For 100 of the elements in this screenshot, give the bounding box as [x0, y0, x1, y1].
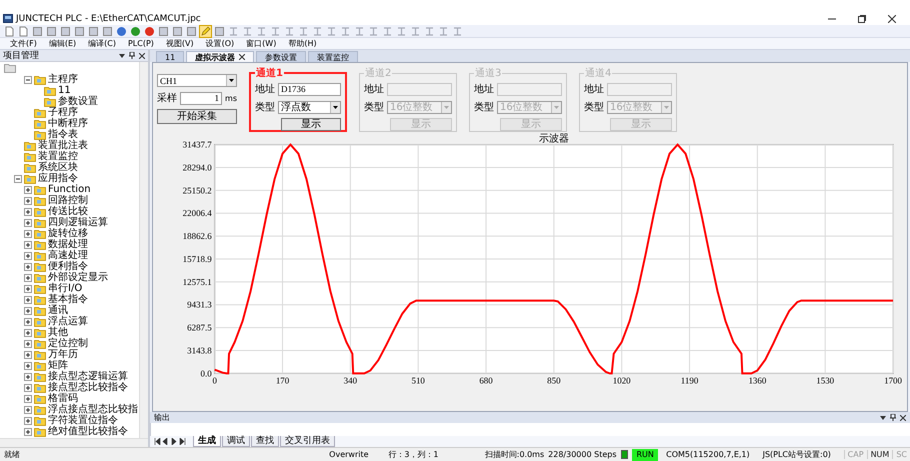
toolbar-icon[interactable]	[74, 26, 85, 36]
document-tab[interactable]: 虚拟示波器	[186, 51, 254, 62]
toolbar-icon[interactable]	[214, 26, 225, 36]
tree-item[interactable]: 万年历	[48, 349, 78, 360]
tree-item[interactable]: 装置批注表	[38, 140, 88, 151]
tree-item[interactable]: 子程序	[48, 107, 78, 118]
expand-icon[interactable]	[24, 296, 32, 304]
close-icon[interactable]	[139, 52, 145, 58]
menu-item[interactable]: 编译(C)	[88, 38, 116, 49]
tree-item[interactable]: 指令表	[48, 129, 78, 140]
expand-icon[interactable]	[24, 318, 32, 326]
collapse-icon[interactable]	[14, 174, 22, 182]
menu-item[interactable]: 帮助(H)	[288, 38, 317, 49]
run-icon[interactable]	[130, 26, 141, 36]
expand-icon[interactable]	[24, 394, 32, 402]
expand-icon[interactable]	[24, 362, 32, 370]
address-field[interactable]	[497, 82, 562, 96]
tree-item[interactable]: 主程序	[48, 74, 78, 85]
expand-icon[interactable]	[24, 384, 32, 392]
expand-icon[interactable]	[24, 230, 32, 238]
tree-item[interactable]: 定位控制	[48, 338, 88, 349]
tree-item[interactable]: 中断程序	[48, 118, 88, 129]
tree-item[interactable]: 接点型态逻辑运算	[48, 371, 128, 382]
tree-item[interactable]: 串行I/O	[48, 283, 82, 294]
pin-icon[interactable]	[129, 52, 135, 59]
document-tab[interactable]: 装置监控	[308, 51, 358, 62]
address-field[interactable]	[387, 82, 452, 96]
tree-item[interactable]: 传送比较	[48, 206, 88, 217]
expand-icon[interactable]	[24, 284, 32, 292]
tree-item[interactable]: 参数设置	[58, 96, 98, 107]
menu-item[interactable]: 视图(V)	[166, 38, 194, 49]
tree-item[interactable]: Function	[48, 184, 91, 195]
menu-item[interactable]: 设置(O)	[206, 38, 234, 49]
tree-item[interactable]: 装置监控	[38, 151, 78, 162]
tree-item[interactable]: 浮点接点型态比较指	[48, 404, 138, 415]
expand-icon[interactable]	[24, 252, 32, 260]
tree-item[interactable]: 回路控制	[48, 195, 88, 206]
collapse-icon[interactable]	[24, 76, 32, 84]
expand-icon[interactable]	[24, 186, 32, 194]
tree-item[interactable]: 便利指令	[48, 261, 88, 272]
expand-icon[interactable]	[24, 240, 32, 248]
tree-item[interactable]: 字符装置位指令	[48, 415, 118, 426]
close-icon[interactable]	[239, 54, 246, 60]
tree-item[interactable]: 其他	[48, 327, 68, 338]
close-icon[interactable]	[888, 14, 896, 22]
sample-field[interactable]: 1	[180, 92, 222, 104]
close-icon[interactable]	[900, 414, 906, 420]
show-button[interactable]: 显示	[281, 118, 341, 131]
output-tab[interactable]: 生成	[193, 436, 221, 447]
stop-icon[interactable]	[144, 26, 155, 36]
tree-item[interactable]: 高速处理	[48, 250, 88, 261]
tree-item[interactable]: 通讯	[48, 305, 68, 316]
expand-icon[interactable]	[24, 350, 32, 358]
tree-item[interactable]: 四则逻辑运算	[48, 217, 108, 228]
toolbar-icon[interactable]	[88, 26, 99, 36]
type-select[interactable]: 浮点数	[278, 100, 341, 114]
expand-icon[interactable]	[24, 340, 32, 348]
dropdown-icon[interactable]	[119, 52, 125, 58]
tree-item[interactable]: 系统区块	[38, 162, 78, 173]
tree-item[interactable]: 数据处理	[48, 239, 88, 250]
address-field[interactable]: D1736	[278, 82, 341, 96]
menu-item[interactable]: 编辑(E)	[48, 38, 76, 49]
tree-item[interactable]: 格雷码	[48, 393, 78, 404]
tab-navigation-icon[interactable]	[154, 438, 188, 445]
expand-icon[interactable]	[24, 428, 32, 436]
dropdown-icon[interactable]	[880, 414, 886, 420]
tree-item[interactable]: 旋转位移	[48, 228, 88, 239]
help-icon[interactable]	[116, 26, 127, 36]
document-tab[interactable]: 11	[156, 51, 184, 62]
expand-icon[interactable]	[24, 274, 32, 282]
toolbar-icon[interactable]	[158, 26, 169, 36]
output-tab[interactable]: 调试	[222, 436, 250, 447]
expand-icon[interactable]	[24, 262, 32, 270]
tree-item[interactable]: 11	[58, 85, 71, 96]
menu-item[interactable]: PLC(P)	[128, 39, 154, 48]
expand-icon[interactable]	[24, 372, 32, 380]
output-tab[interactable]: 交叉引用表	[280, 436, 335, 447]
menu-item[interactable]: 文件(F)	[10, 38, 37, 49]
toolbar-icon[interactable]	[186, 26, 197, 36]
toolbar-icon[interactable]	[46, 26, 57, 36]
maximize-icon[interactable]	[858, 14, 866, 22]
expand-icon[interactable]	[24, 406, 32, 414]
pin-icon[interactable]	[890, 414, 896, 421]
tree-item[interactable]: 应用指令	[38, 173, 78, 184]
toolbar-icon[interactable]	[32, 26, 43, 36]
horizontal-scrollbar[interactable]	[0, 438, 148, 447]
expand-icon[interactable]	[24, 306, 32, 314]
tree-item[interactable]: 外部设定显示	[48, 272, 108, 283]
menu-item[interactable]: 窗口(W)	[246, 38, 276, 49]
channel-select[interactable]: CH1	[157, 74, 237, 87]
expand-icon[interactable]	[24, 328, 32, 336]
pen-icon[interactable]	[200, 26, 211, 36]
expand-icon[interactable]	[24, 416, 32, 424]
expand-icon[interactable]	[24, 208, 32, 216]
tree-item[interactable]: 浮点运算	[48, 316, 88, 327]
toolbar-icon[interactable]	[60, 26, 71, 36]
tree-item[interactable]: 接点型态比较指令	[48, 382, 128, 393]
tree-item[interactable]: 绝对值型比较指令	[48, 426, 128, 437]
address-field[interactable]	[607, 82, 672, 96]
output-tab[interactable]: 查找	[251, 436, 279, 447]
